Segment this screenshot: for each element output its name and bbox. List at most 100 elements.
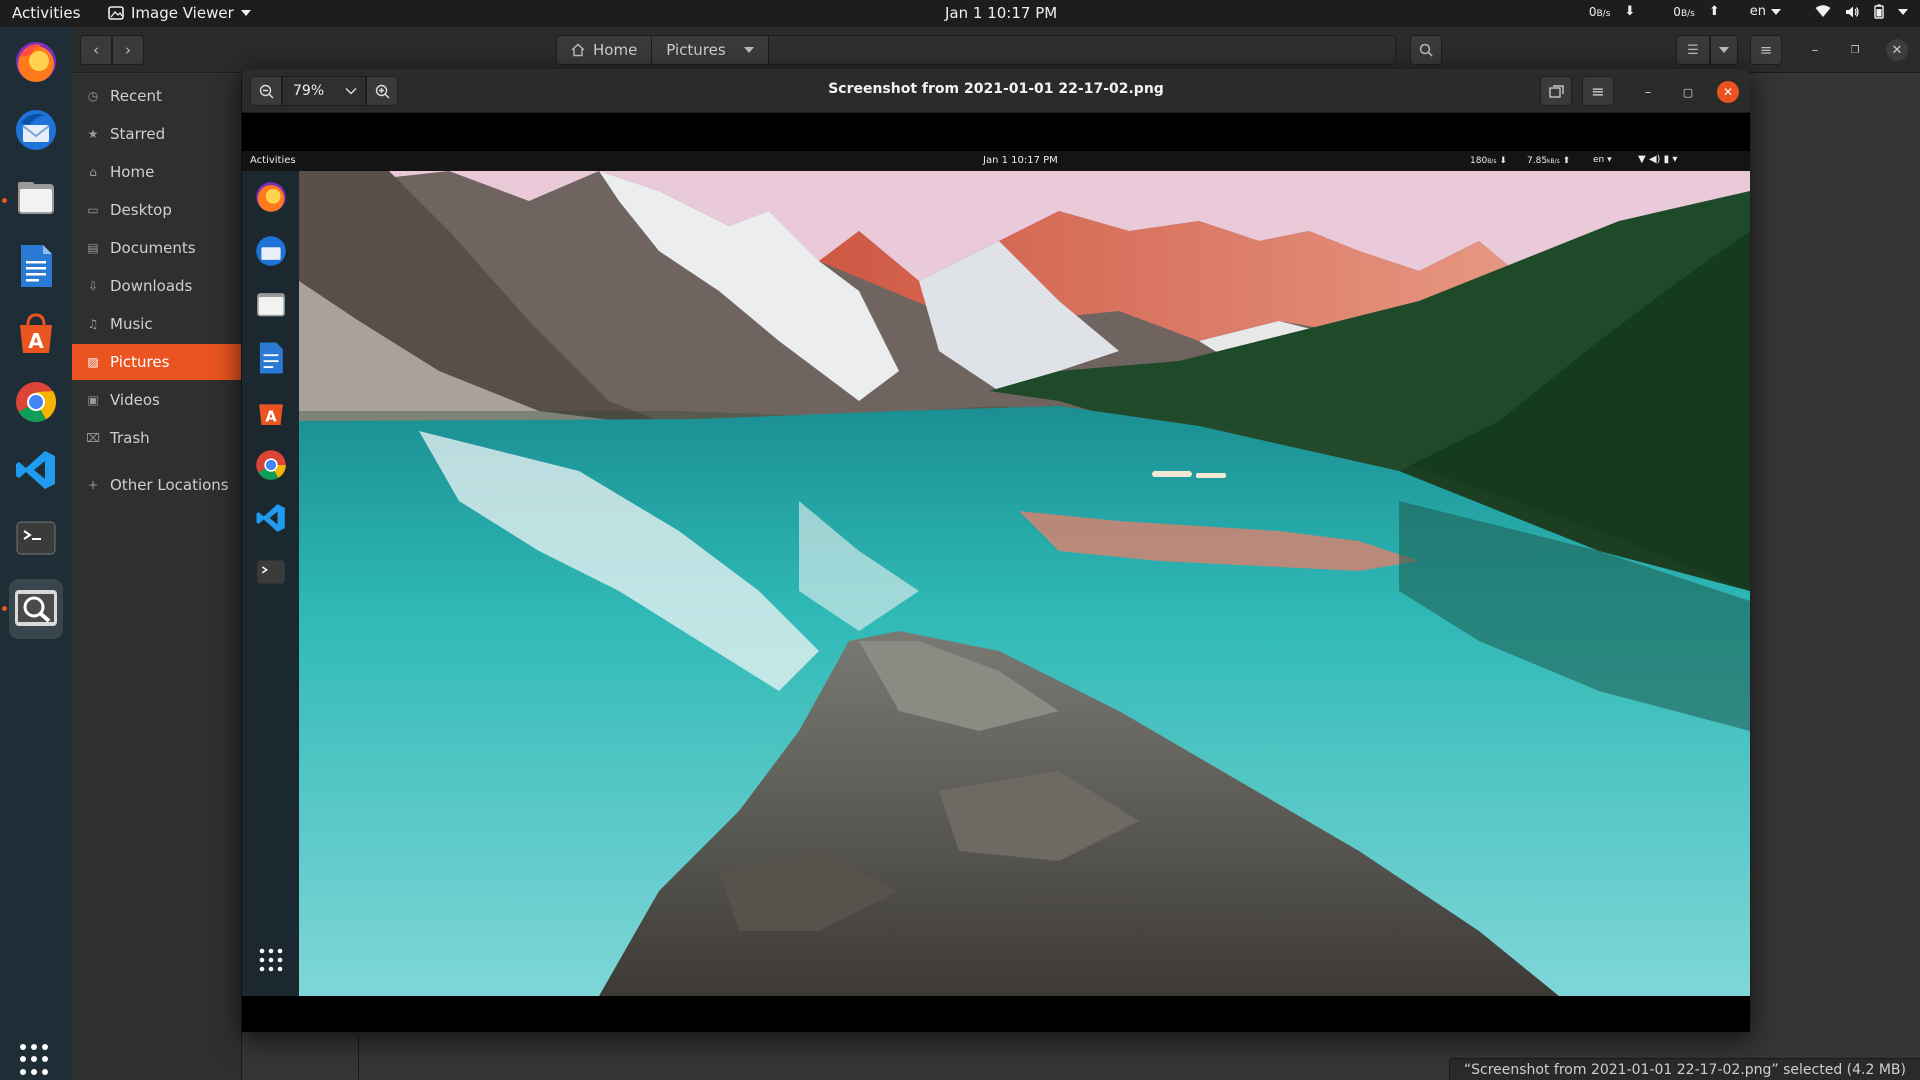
minimize-button[interactable]: – xyxy=(1804,39,1826,61)
viewer-menu-button[interactable]: ≡ xyxy=(1582,76,1614,106)
image-viewer-icon xyxy=(108,6,124,20)
home-icon xyxy=(571,43,585,57)
zoom-out-icon xyxy=(259,84,273,98)
close-button[interactable]: ✕ xyxy=(1717,81,1739,103)
dock-terminal[interactable] xyxy=(9,511,63,565)
dock-firefox[interactable] xyxy=(9,35,63,89)
forward-button[interactable]: › xyxy=(112,35,144,65)
close-button[interactable]: ✕ xyxy=(1886,39,1908,61)
sidebar-item-pictures[interactable]: ▨ Pictures xyxy=(72,344,241,380)
svg-text:A: A xyxy=(28,329,44,353)
zoom-in-button[interactable] xyxy=(366,76,398,106)
terminal-icon xyxy=(16,521,56,555)
image-language: en ▾ xyxy=(1593,155,1612,165)
picture-icon: ▨ xyxy=(87,355,99,369)
system-menu-chevron-icon[interactable] xyxy=(1898,8,1908,15)
maximize-icon: ▢ xyxy=(1682,85,1694,99)
image-thunderbird-icon xyxy=(252,232,289,269)
chevron-down-icon xyxy=(240,10,251,16)
image-net-upload: 7.85kB/s ⬆ xyxy=(1527,156,1571,166)
music-icon: ♫ xyxy=(87,317,99,331)
sidebar-item-desktop[interactable]: ▭ Desktop xyxy=(72,192,241,228)
home-icon: ⌂ xyxy=(89,165,97,179)
image-vscode-icon xyxy=(252,499,289,536)
zoom-in-icon xyxy=(375,84,389,98)
system-tray[interactable]: 0B/s ⬇ 0B/s ⬆ en xyxy=(1589,4,1908,19)
breadcrumb-home[interactable]: Home xyxy=(557,36,653,64)
image-show-apps-icon xyxy=(252,941,289,978)
plus-icon: + xyxy=(87,478,99,492)
maximize-button[interactable]: ▢ xyxy=(1677,81,1699,103)
image-dock: A xyxy=(242,171,299,996)
show-applications-icon[interactable] xyxy=(20,1044,52,1076)
language-indicator[interactable]: en xyxy=(1750,4,1781,19)
image-viewer-window: 79% Screenshot from 2021-01-01 22-17-02.… xyxy=(242,69,1750,1032)
sidebar-item-documents[interactable]: ▤ Documents xyxy=(72,230,241,266)
zoom-out-button[interactable] xyxy=(250,76,282,106)
image-writer-icon xyxy=(252,339,289,376)
files-menu-button[interactable]: ≡ xyxy=(1750,35,1782,65)
running-indicator xyxy=(2,198,7,203)
sidebar-item-downloads[interactable]: ⇩ Downloads xyxy=(72,268,241,304)
image-chrome-icon xyxy=(252,446,289,483)
trash-icon: ⌧ xyxy=(86,431,100,445)
chevron-down-icon xyxy=(345,88,357,95)
restore-icon: ❐ xyxy=(1850,44,1860,56)
dock-chrome[interactable] xyxy=(9,375,63,429)
sidebar-item-recent[interactable]: ◷ Recent xyxy=(72,78,241,114)
dock-image-viewer[interactable] xyxy=(9,579,63,639)
hamburger-icon: ≡ xyxy=(1591,81,1605,101)
close-icon: ✕ xyxy=(1891,42,1903,58)
chevron-down-icon xyxy=(1771,8,1781,15)
maximize-button[interactable]: ❐ xyxy=(1844,39,1866,61)
activities-button[interactable]: Activities xyxy=(12,4,80,22)
files-icon xyxy=(18,182,54,214)
running-indicator xyxy=(2,606,7,611)
sidebar-item-starred[interactable]: ★ Starred xyxy=(72,116,241,152)
search-button[interactable] xyxy=(1410,35,1442,65)
minimize-button[interactable]: – xyxy=(1637,81,1659,103)
minimize-icon: – xyxy=(1811,42,1819,58)
image-top-bar: Activities Jan 1 10:17 PM 180B/s ⬇ 7.85k… xyxy=(242,151,1750,171)
battery-icon xyxy=(1874,4,1884,19)
fullscreen-button[interactable] xyxy=(1540,76,1572,106)
viewer-headerbar: 79% Screenshot from 2021-01-01 22-17-02.… xyxy=(242,69,1750,113)
list-view-icon: ☰ xyxy=(1687,42,1699,58)
volume-icon xyxy=(1846,6,1859,17)
chevron-left-icon: ‹ xyxy=(93,41,99,59)
app-menu[interactable]: Image Viewer xyxy=(108,4,251,22)
download-arrow-icon: ⬇ xyxy=(1624,4,1636,19)
sidebar-item-music[interactable]: ♫ Music xyxy=(72,306,241,342)
star-icon: ★ xyxy=(87,127,99,141)
image-terminal-icon xyxy=(252,553,289,590)
dock-files[interactable] xyxy=(9,171,63,225)
dock-vscode[interactable] xyxy=(9,443,63,497)
back-button[interactable]: ‹ xyxy=(80,35,112,65)
svg-text:A: A xyxy=(265,408,277,425)
view-options-button[interactable] xyxy=(1710,35,1738,65)
thunderbird-icon xyxy=(16,110,56,150)
sidebar-item-trash[interactable]: ⌧ Trash xyxy=(72,420,241,456)
dock-writer[interactable] xyxy=(9,239,63,293)
image-tray-icons: ▼ ◀) ▮ ▾ xyxy=(1638,154,1678,165)
document-icon: ▤ xyxy=(87,241,99,255)
image-activities-text: Activities xyxy=(250,155,296,166)
places-sidebar: ◷ Recent ★ Starred ⌂ Home ▭ Desktop ▤ Documen… xyxy=(72,74,242,1080)
clock[interactable]: Jan 1 10:17 PM xyxy=(945,4,1057,22)
hamburger-icon: ≡ xyxy=(1759,41,1773,59)
chevron-down-icon xyxy=(1719,47,1729,53)
image-files-icon xyxy=(252,285,289,322)
writer-icon xyxy=(21,245,52,287)
zoom-level-combo[interactable]: 79% xyxy=(282,76,366,106)
sidebar-item-videos[interactable]: ▣ Videos xyxy=(72,382,241,418)
breadcrumb-pictures[interactable]: Pictures xyxy=(652,36,769,64)
dock-thunderbird[interactable] xyxy=(9,103,63,157)
dock-ubuntu-software[interactable]: A xyxy=(9,307,63,361)
upload-arrow-icon: ⬆ xyxy=(1708,4,1720,19)
path-bar: Home Pictures xyxy=(556,35,1396,65)
sidebar-item-home[interactable]: ⌂ Home xyxy=(72,154,241,190)
sidebar-item-other-locations[interactable]: + Other Locations xyxy=(72,467,241,503)
view-list-button[interactable]: ☰ xyxy=(1676,35,1710,65)
displayed-image[interactable]: Activities Jan 1 10:17 PM 180B/s ⬇ 7.85k… xyxy=(242,151,1750,996)
chrome-icon xyxy=(16,382,57,422)
